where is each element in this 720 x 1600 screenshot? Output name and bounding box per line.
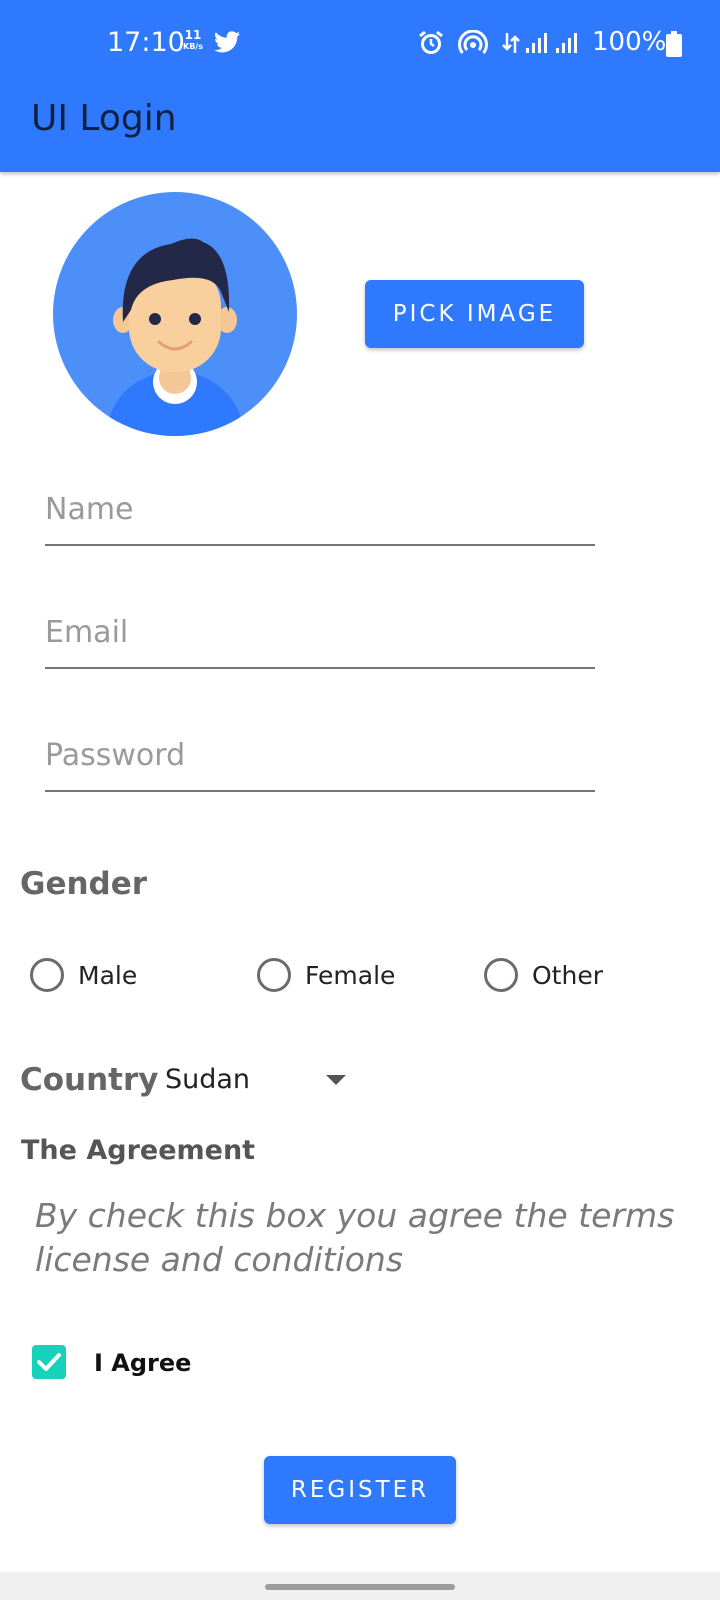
signal-icon: [526, 33, 548, 57]
radio-label: Female: [305, 960, 396, 990]
alarm-icon: [418, 30, 444, 60]
agreement-text: By check this box you agree the terms li…: [35, 1196, 675, 1279]
email-input[interactable]: [45, 615, 595, 650]
network-speed-unit: KB/s: [183, 42, 203, 51]
email-field: [45, 607, 595, 669]
radio-other[interactable]: Other: [484, 955, 603, 995]
network-speed: 11 KB/s: [183, 28, 203, 52]
agreement-title: The Agreement: [21, 1135, 256, 1166]
radio-circle[interactable]: [30, 958, 64, 992]
radio-male[interactable]: Male: [30, 955, 137, 995]
status-time: 17:10: [107, 27, 185, 58]
network-speed-value: 11: [184, 28, 202, 42]
hotspot-icon: [458, 29, 488, 60]
avatar: [53, 192, 297, 436]
country-dropdown[interactable]: Sudan: [162, 1058, 352, 1104]
radio-circle[interactable]: [484, 958, 518, 992]
home-gesture-handle[interactable]: [265, 1584, 455, 1590]
battery-icon: [666, 31, 682, 61]
name-field: [45, 484, 595, 546]
checkmark-icon: [37, 1353, 61, 1371]
app-title: UI Login: [31, 98, 177, 139]
name-input[interactable]: [45, 492, 595, 527]
agree-checkbox[interactable]: [32, 1345, 66, 1379]
pick-image-button[interactable]: PICK IMAGE: [365, 280, 584, 348]
radio-circle[interactable]: [257, 958, 291, 992]
country-selected-value: Sudan: [165, 1064, 251, 1095]
signal-icon: [556, 33, 578, 57]
gender-label: Gender: [20, 866, 148, 902]
radio-female[interactable]: Female: [257, 955, 395, 995]
dropdown-arrow-icon: [326, 1075, 346, 1085]
avatar-illustration: [53, 192, 297, 436]
data-transfer-icon: [502, 31, 520, 59]
status-bar: 17:10 11 KB/s 100%: [0, 0, 720, 88]
password-input[interactable]: [45, 738, 595, 773]
agree-label: I Agree: [94, 1349, 192, 1377]
radio-label: Other: [532, 960, 603, 990]
app-bar: 17:10 11 KB/s 100% UI Login: [0, 0, 720, 172]
country-label: Country: [20, 1062, 159, 1098]
twitter-icon: [214, 31, 240, 57]
register-button[interactable]: REGISTER: [264, 1456, 456, 1524]
radio-label: Male: [78, 960, 138, 990]
password-field: [45, 730, 595, 792]
battery-percent: 100%: [592, 27, 667, 57]
